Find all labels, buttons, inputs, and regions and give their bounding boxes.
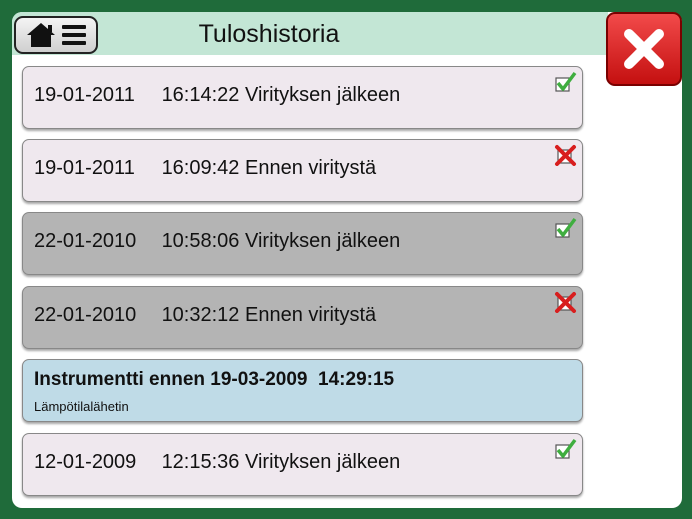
home-icon bbox=[27, 23, 55, 47]
menu-icon bbox=[62, 25, 86, 45]
result-text: 19-01-2011 16:09:42 Ennen viritystä bbox=[34, 157, 376, 180]
close-button[interactable] bbox=[606, 12, 682, 86]
result-date: 19-01-2011 bbox=[34, 157, 135, 179]
result-row[interactable]: 12-01-2009 12:15:36 Virityksen jälkeen bbox=[22, 433, 583, 496]
instrument-row[interactable]: Instrumentti ennen 19-03-2009 14:29:15 L… bbox=[22, 359, 583, 422]
pass-check-icon bbox=[555, 71, 577, 92]
result-date: 12-01-2009 bbox=[34, 451, 137, 473]
pass-check-icon bbox=[555, 438, 577, 459]
result-time: 10:32:12 bbox=[161, 304, 240, 326]
fail-cross-icon bbox=[555, 292, 576, 313]
result-row[interactable]: 19-01-2011 16:14:22 Virityksen jälkeen bbox=[22, 66, 583, 129]
result-label: Virityksen jälkeen bbox=[244, 230, 401, 252]
result-time: 12:15:36 bbox=[161, 451, 240, 473]
result-date: 19-01-2011 bbox=[34, 84, 135, 106]
pass-check-icon bbox=[555, 217, 577, 238]
fail-cross-icon bbox=[555, 145, 576, 166]
instrument-title: Instrumentti ennen 19-03-2009 14:29:15 bbox=[34, 369, 395, 390]
result-time: 10:58:06 bbox=[161, 230, 240, 252]
instrument-subtitle: Lämpötilalähetin bbox=[34, 399, 129, 414]
result-text: 22-01-2010 10:58:06 Virityksen jälkeen bbox=[34, 230, 400, 253]
result-label: Virityksen jälkeen bbox=[244, 84, 401, 106]
result-time: 16:09:42 bbox=[161, 157, 240, 179]
result-time: 16:14:22 bbox=[161, 84, 240, 106]
page-title: Tuloshistoria bbox=[198, 20, 340, 48]
result-row[interactable]: 19-01-2011 16:09:42 Ennen viritystä bbox=[22, 139, 583, 202]
result-text: 12-01-2009 12:15:36 Virityksen jälkeen bbox=[34, 451, 400, 474]
result-label: Ennen viritystä bbox=[244, 157, 377, 179]
result-row[interactable]: 22-01-2010 10:32:12 Ennen viritystä bbox=[22, 286, 583, 349]
result-label: Ennen viritystä bbox=[244, 304, 377, 326]
result-text: 22-01-2010 10:32:12 Ennen viritystä bbox=[34, 304, 376, 327]
result-text: 19-01-2011 16:14:22 Virityksen jälkeen bbox=[34, 84, 400, 107]
home-menu-button[interactable] bbox=[14, 16, 98, 54]
result-date: 22-01-2010 bbox=[34, 230, 137, 252]
result-date: 22-01-2010 bbox=[34, 304, 137, 326]
result-row[interactable]: 22-01-2010 10:58:06 Virityksen jälkeen bbox=[22, 212, 583, 275]
result-label: Virityksen jälkeen bbox=[244, 451, 401, 473]
close-icon bbox=[624, 29, 664, 69]
